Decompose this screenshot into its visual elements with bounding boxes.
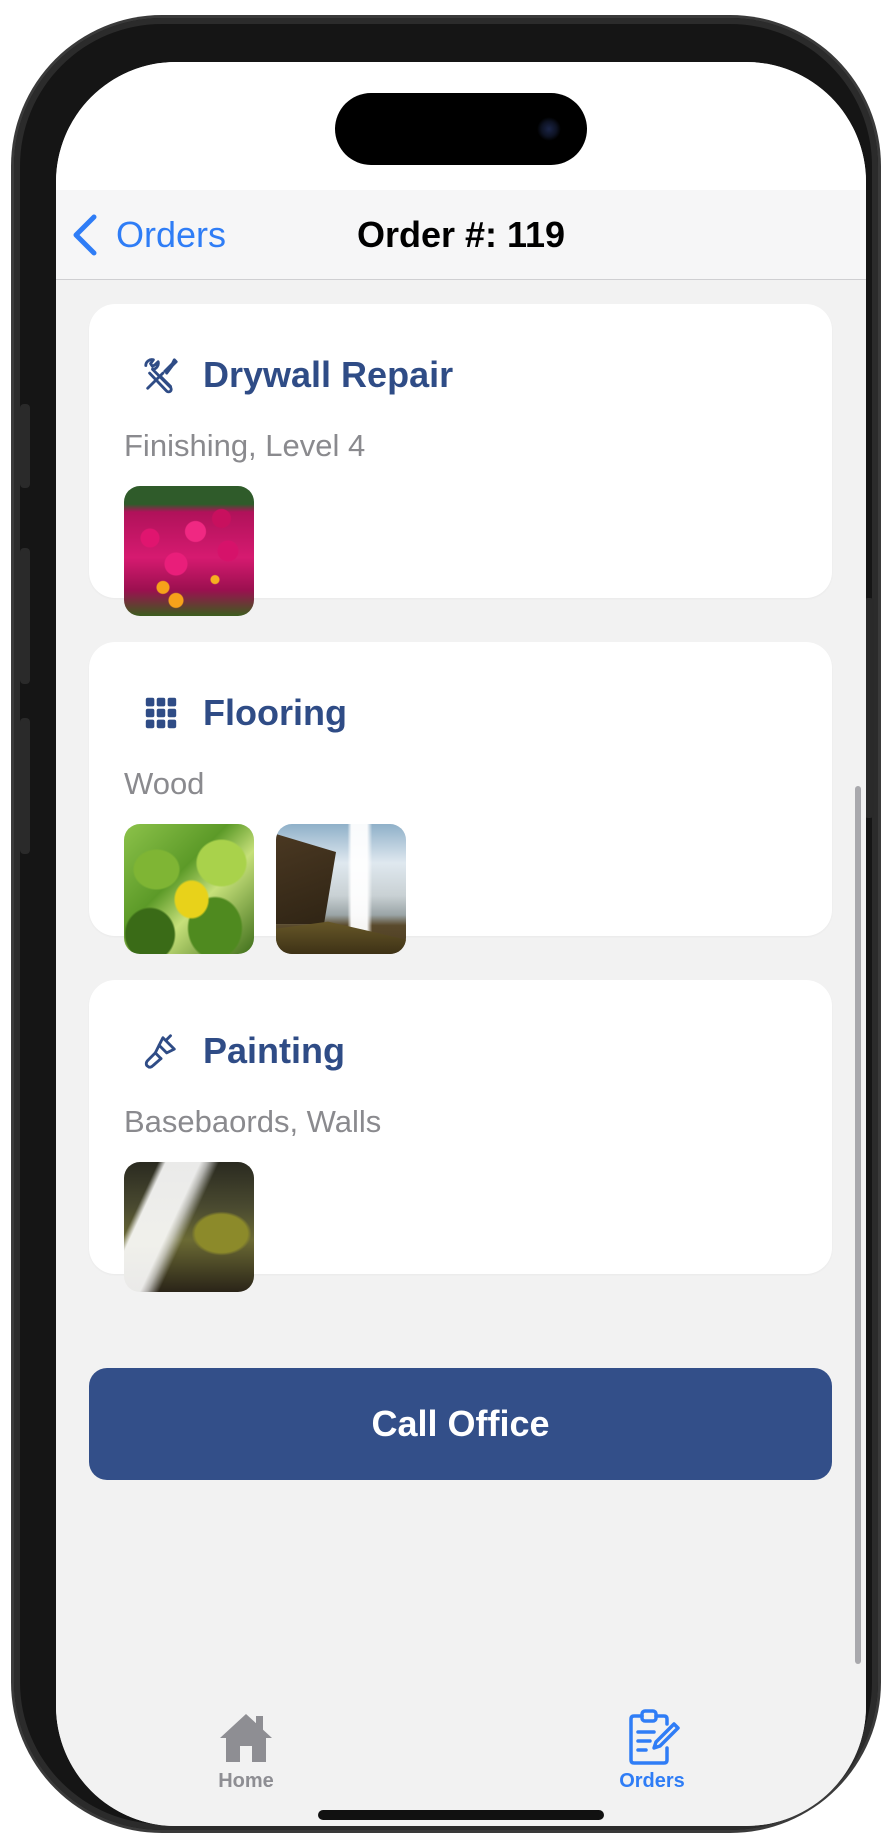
photo-thumbnail-stream[interactable] bbox=[124, 1162, 254, 1292]
tab-label: Orders bbox=[619, 1770, 685, 1792]
card-title: Flooring bbox=[203, 692, 347, 733]
wrench-screwdriver-icon bbox=[139, 353, 183, 397]
status-bar bbox=[56, 62, 866, 190]
clipboard-edit-icon bbox=[629, 1709, 680, 1765]
paintbrush-icon bbox=[139, 1029, 183, 1073]
service-card-drywall: Drywall Repair Finishing, Level 4 bbox=[89, 304, 832, 616]
tab-home[interactable]: Home bbox=[166, 1708, 326, 1793]
photo-row bbox=[124, 1162, 276, 1292]
card-title: Drywall Repair bbox=[203, 354, 454, 395]
navigation-bar: Orders Order #: 119 bbox=[56, 190, 866, 280]
service-card-painting: Painting Basebaords, Walls bbox=[89, 980, 832, 1292]
call-office-button[interactable]: Call Office bbox=[89, 1368, 832, 1480]
photo-thumbnail-waterfall[interactable] bbox=[276, 824, 406, 954]
camera-icon bbox=[537, 117, 561, 141]
volume-up-button bbox=[20, 548, 30, 684]
photo-thumbnail-flowers[interactable] bbox=[124, 486, 254, 616]
photo-row bbox=[124, 824, 428, 954]
service-card-flooring: Flooring Wood bbox=[89, 642, 832, 954]
dynamic-island bbox=[335, 93, 587, 165]
card-header: Flooring bbox=[139, 688, 347, 738]
scrollbar[interactable] bbox=[855, 786, 861, 1664]
card-header: Drywall Repair bbox=[139, 350, 453, 400]
grid-icon bbox=[139, 691, 183, 735]
screen: Orders Order #: 119 Drywall Repair Finis… bbox=[56, 62, 866, 1826]
home-indicator[interactable] bbox=[318, 1810, 604, 1820]
card-subtitle: Basebaords, Walls bbox=[124, 1104, 382, 1139]
card-subtitle: Wood bbox=[124, 766, 205, 801]
tab-label: Home bbox=[218, 1770, 274, 1792]
mute-switch bbox=[20, 404, 30, 488]
volume-down-button bbox=[20, 718, 30, 854]
card-title: Painting bbox=[203, 1030, 345, 1071]
tab-bar: Home Orders bbox=[56, 1690, 866, 1826]
tab-orders[interactable]: Orders bbox=[572, 1708, 732, 1793]
page-title: Order #: 119 bbox=[356, 214, 566, 255]
phone-frame: Orders Order #: 119 Drywall Repair Finis… bbox=[14, 18, 878, 1830]
card-subtitle: Finishing, Level 4 bbox=[124, 428, 366, 463]
card-header: Painting bbox=[139, 1026, 345, 1076]
photo-thumbnail-leaves[interactable] bbox=[124, 824, 254, 954]
photo-row bbox=[124, 486, 276, 616]
house-icon bbox=[220, 1714, 272, 1762]
